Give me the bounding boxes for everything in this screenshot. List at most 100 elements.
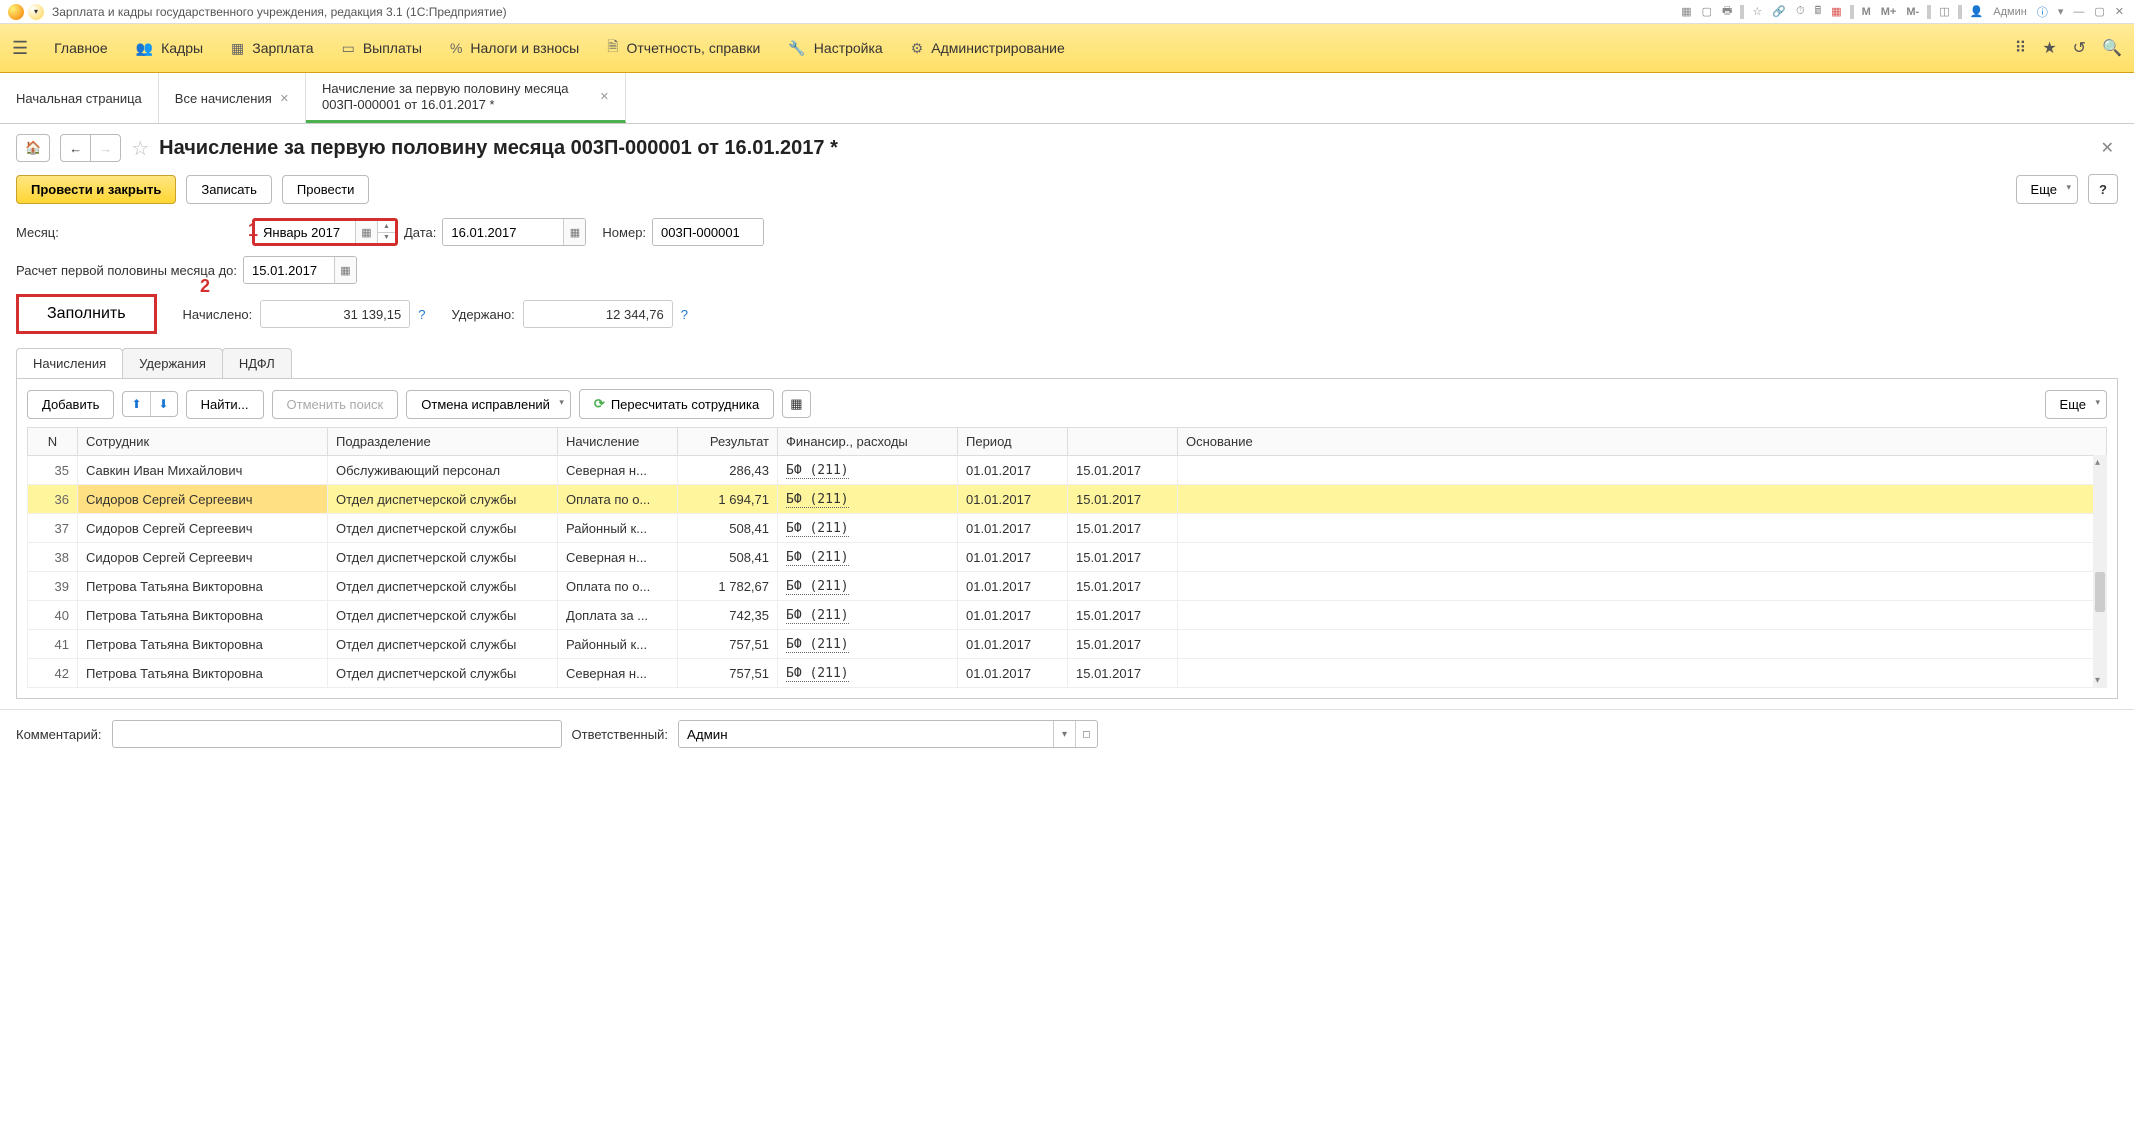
minimize-icon[interactable]: — xyxy=(2071,6,2086,18)
home-button[interactable]: 🏠 xyxy=(16,134,50,162)
col-n[interactable]: N xyxy=(28,428,78,456)
table-row[interactable]: 37Сидоров Сергей СергеевичОтдел диспетче… xyxy=(28,514,2107,543)
tb-icon-1[interactable]: ▦ xyxy=(1679,5,1693,18)
tb-icon-2[interactable]: ▢ xyxy=(1700,5,1714,18)
more-button[interactable]: Еще xyxy=(2016,175,2078,204)
down-icon[interactable]: ▼ xyxy=(378,233,395,244)
col-result[interactable]: Результат xyxy=(678,428,778,456)
accruals-grid[interactable]: N Сотрудник Подразделение Начисление Рез… xyxy=(27,427,2107,688)
vertical-scrollbar[interactable] xyxy=(2093,455,2107,688)
month-input[interactable] xyxy=(255,221,355,243)
calc-until-input[interactable] xyxy=(244,257,334,283)
history-icon[interactable]: ⏱ xyxy=(1794,5,1807,18)
link-icon[interactable]: 🔗 xyxy=(1770,5,1788,18)
finance-link[interactable]: БФ (211) xyxy=(786,492,849,508)
menu-settings[interactable]: 🔧Настройка xyxy=(774,34,896,63)
col-period2[interactable] xyxy=(1068,428,1178,456)
finance-link[interactable]: БФ (211) xyxy=(786,637,849,653)
help-button[interactable]: ? xyxy=(2088,174,2118,204)
col-period[interactable]: Период xyxy=(958,428,1068,456)
table-row[interactable]: 39Петрова Татьяна ВикторовнаОтдел диспет… xyxy=(28,572,2107,601)
apps-icon[interactable]: ⠿ xyxy=(2015,38,2027,58)
responsible-input[interactable] xyxy=(679,721,1053,747)
col-basis[interactable]: Основание xyxy=(1178,428,2107,456)
open-icon[interactable]: ◻ xyxy=(1075,721,1097,747)
menu-reports[interactable]: 🗎Отчетность, справки xyxy=(593,30,774,66)
menu-main[interactable]: Главное xyxy=(40,34,122,62)
user-icon[interactable]: 👤 xyxy=(1968,5,1986,18)
calc-icon[interactable]: 🖩 xyxy=(1813,2,1824,21)
month-stepper[interactable]: ▲▼ xyxy=(377,221,395,243)
menu-salary[interactable]: ▦Зарплата xyxy=(217,34,328,63)
panel-icon[interactable]: ◫ xyxy=(1937,5,1951,18)
col-employee[interactable]: Сотрудник xyxy=(78,428,328,456)
tb-icon-3[interactable]: 🖶 xyxy=(1720,2,1734,21)
col-accrual[interactable]: Начисление xyxy=(558,428,678,456)
tab-close-icon[interactable]: ✕ xyxy=(280,92,289,105)
tab-deductions[interactable]: Удержания xyxy=(122,348,223,378)
accrued-help-icon[interactable]: ? xyxy=(418,307,425,322)
calendar-picker-icon[interactable]: ▦ xyxy=(563,219,585,245)
dropdown-icon[interactable]: ▾ xyxy=(2056,5,2066,18)
finance-link[interactable]: БФ (211) xyxy=(786,579,849,595)
close-icon[interactable]: ✕ xyxy=(2113,5,2126,18)
calendar-picker-icon[interactable]: ▦ xyxy=(334,257,356,283)
tab-document[interactable]: Начисление за первую половину месяца 003… xyxy=(306,73,626,123)
tab-all-accruals[interactable]: Все начисления✕ xyxy=(159,73,306,123)
move-down-icon[interactable]: ⬇ xyxy=(151,392,177,416)
tab-home[interactable]: Начальная страница xyxy=(0,73,159,123)
app-menu-dropdown[interactable]: ▾ xyxy=(28,4,44,20)
menu-payments[interactable]: ▭Выплаты xyxy=(328,34,436,63)
search-icon[interactable]: 🔍 xyxy=(2102,38,2122,58)
number-input[interactable] xyxy=(653,219,763,245)
finance-link[interactable]: БФ (211) xyxy=(786,608,849,624)
table-row[interactable]: 42Петрова Татьяна ВикторовнаОтдел диспет… xyxy=(28,659,2107,688)
cancel-search-button[interactable]: Отменить поиск xyxy=(272,390,399,419)
save-button[interactable]: Записать xyxy=(186,175,272,204)
col-finance[interactable]: Финансир., расходы xyxy=(778,428,958,456)
table-row[interactable]: 35Савкин Иван МихайловичОбслуживающий пе… xyxy=(28,456,2107,485)
post-button[interactable]: Провести xyxy=(282,175,370,204)
tab-ndfl[interactable]: НДФЛ xyxy=(222,348,292,378)
finance-link[interactable]: БФ (211) xyxy=(786,463,849,479)
grid-more-button[interactable]: Еще xyxy=(2045,390,2107,419)
calendar-picker-icon[interactable]: ▦ xyxy=(355,221,377,243)
date-input[interactable] xyxy=(443,219,563,245)
table-row[interactable]: 38Сидоров Сергей СергеевичОтдел диспетче… xyxy=(28,543,2107,572)
comment-input[interactable] xyxy=(112,720,562,748)
favorite-toggle-icon[interactable]: ☆ xyxy=(131,136,149,161)
menu-taxes[interactable]: %Налоги и взносы xyxy=(436,34,593,62)
up-icon[interactable]: ▲ xyxy=(378,221,395,233)
forward-button[interactable]: → xyxy=(90,134,121,162)
close-document-icon[interactable]: ✕ xyxy=(2097,134,2118,162)
m-button[interactable]: M xyxy=(1860,6,1873,18)
table-row[interactable]: 41Петрова Татьяна ВикторовнаОтдел диспет… xyxy=(28,630,2107,659)
user-label[interactable]: Админ xyxy=(1991,6,2029,18)
info-icon[interactable]: ⓘ xyxy=(2035,4,2050,20)
hamburger-icon[interactable]: ☰ xyxy=(12,38,28,59)
back-button[interactable]: ← xyxy=(60,134,90,162)
move-up-icon[interactable]: ⬆ xyxy=(123,392,150,416)
star-icon[interactable]: ★ xyxy=(2042,38,2056,58)
finance-link[interactable]: БФ (211) xyxy=(786,666,849,682)
finance-link[interactable]: БФ (211) xyxy=(786,521,849,537)
maximize-icon[interactable]: ▢ xyxy=(2092,5,2106,18)
table-row[interactable]: 36Сидоров Сергей СергеевичОтдел диспетче… xyxy=(28,485,2107,514)
m-minus-button[interactable]: M- xyxy=(1904,6,1921,18)
recalc-button[interactable]: Пересчитать сотрудника xyxy=(579,389,774,419)
fill-button[interactable]: Заполнить xyxy=(19,297,154,331)
finance-link[interactable]: БФ (211) xyxy=(786,550,849,566)
menu-hr[interactable]: 👥Кадры xyxy=(122,34,217,63)
withheld-help-icon[interactable]: ? xyxy=(681,307,688,322)
dropdown-icon[interactable]: ▾ xyxy=(1053,721,1075,747)
favorites-icon[interactable]: ☆ xyxy=(1750,5,1764,18)
tab-close-icon[interactable]: ✕ xyxy=(600,90,609,103)
grid-settings-icon[interactable]: ▦ xyxy=(782,390,810,418)
add-button[interactable]: Добавить xyxy=(27,390,114,419)
m-plus-button[interactable]: M+ xyxy=(1879,6,1899,18)
col-dept[interactable]: Подразделение xyxy=(328,428,558,456)
find-button[interactable]: Найти... xyxy=(186,390,264,419)
cancel-fixes-button[interactable]: Отмена исправлений xyxy=(406,390,571,419)
history-icon[interactable]: ↺ xyxy=(2073,38,2086,58)
calendar-icon[interactable]: ▦ xyxy=(1829,5,1843,18)
